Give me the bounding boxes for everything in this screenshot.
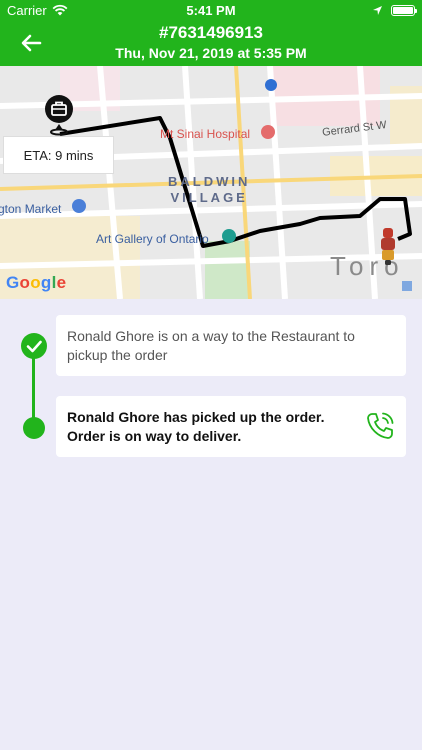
check-icon <box>26 340 42 353</box>
google-logo: Google <box>6 273 67 292</box>
order-id-title: #7631496913 <box>158 23 263 42</box>
neighborhood-line2: VILLAGE <box>170 190 248 205</box>
step-1-text: Ronald Ghore is on a way to the Restaura… <box>67 328 355 363</box>
header-bar: Carrier 5:41 PM #7631496913 Thu, Nov 21,… <box>0 0 422 66</box>
check-circle-icon <box>21 333 47 359</box>
delivery-scooter-icon[interactable] <box>378 226 398 266</box>
battery-icon <box>391 5 417 16</box>
pending-step-dot <box>23 417 45 439</box>
timeline-step-2: Ronald Ghore has picked up the order. Or… <box>56 396 406 457</box>
step-2-text: Ronald Ghore has picked up the order. Or… <box>67 409 325 444</box>
location-arrow-icon <box>373 6 382 15</box>
timeline-step-1: Ronald Ghore is on a way to the Restaura… <box>56 315 406 376</box>
status-time: 5:41 PM <box>186 3 236 18</box>
map-label-hospital: Mt Sinai Hospital <box>160 127 251 141</box>
order-datetime: Thu, Nov 21, 2019 at 5:35 PM <box>115 45 307 61</box>
restaurant-pin-icon[interactable] <box>44 94 74 136</box>
status-bar: Carrier 5:41 PM <box>0 0 422 22</box>
phone-call-icon[interactable] <box>364 410 396 442</box>
map-label-market: gton Market <box>0 202 62 216</box>
order-tracking-screen: Carrier 5:41 PM #7631496913 Thu, Nov 21,… <box>0 0 422 750</box>
neighborhood-line1: BALDWIN <box>168 174 251 189</box>
eta-box: ETA: 9 mins <box>3 136 114 174</box>
map-label-neighborhood: BALDWIN VILLAGE <box>168 174 250 206</box>
map-label-gallery: Art Gallery of Ontario <box>96 232 209 246</box>
route-map[interactable]: Mt Sinai Hospital Gerrard St W BALDWIN V… <box>0 66 422 299</box>
